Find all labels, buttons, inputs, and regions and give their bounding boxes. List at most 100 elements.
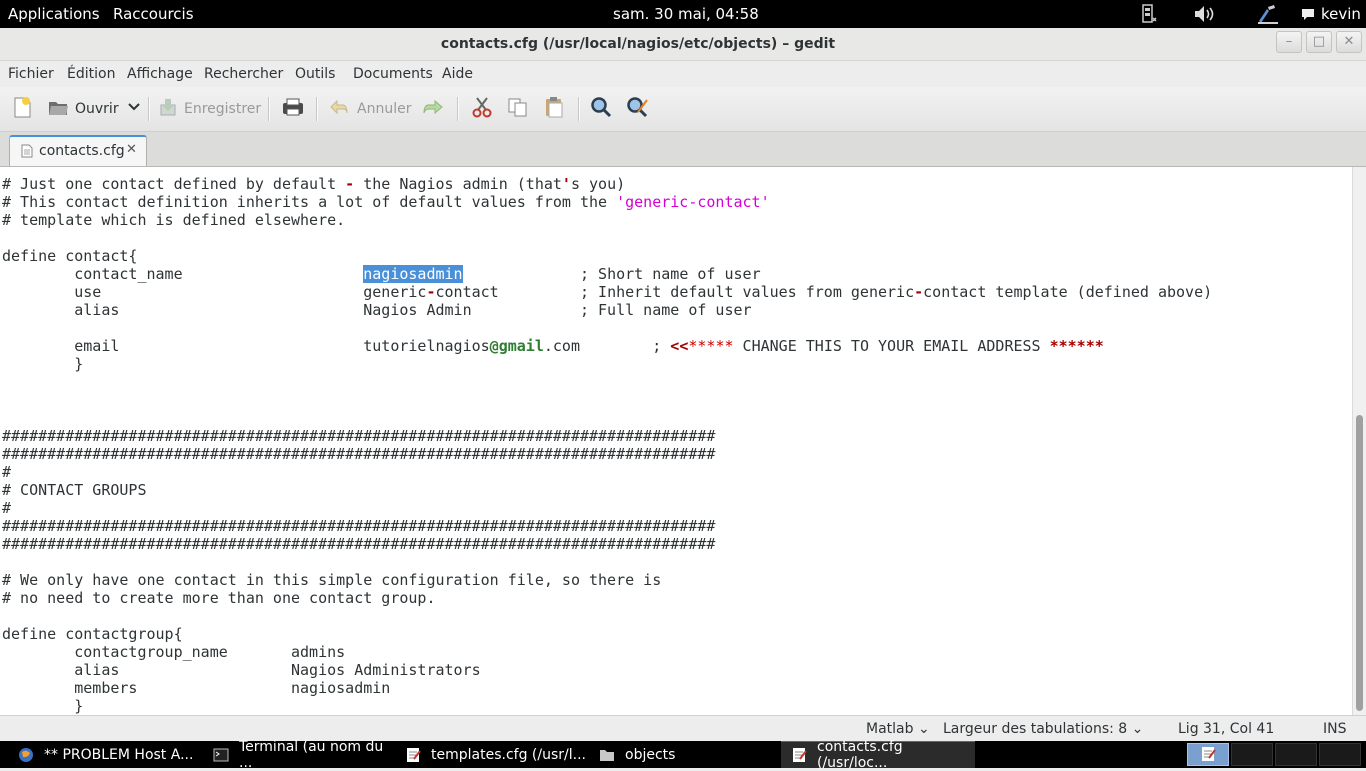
search-button[interactable] [590, 97, 612, 121]
workspace-1[interactable] [1187, 743, 1229, 766]
accessibility-icon[interactable] [1256, 3, 1280, 25]
search-replace-icon [626, 96, 650, 122]
menu-affichage[interactable]: Affichage [127, 61, 193, 87]
copy-icon [507, 96, 529, 122]
statusbar: Matlab ⌄ Largeur des tabulations: 8 ⌄ Li… [0, 715, 1366, 742]
task-terminal[interactable]: Terminal (au nom du ... [203, 739, 393, 771]
code-line: # template which is defined elsewhere. [2, 211, 346, 229]
window-title: contacts.cfg (/usr/local/nagios/etc/obje… [440, 36, 836, 52]
task-label: templates.cfg (/usr/l... [431, 746, 586, 763]
code-line: email tutorielnagios@gmail.com ; <<*****… [2, 337, 1104, 355]
text-editor-icon [405, 747, 421, 763]
print-button[interactable] [281, 97, 305, 121]
toolbar-separator [268, 97, 270, 121]
volume-icon[interactable] [1193, 4, 1217, 24]
selected-text: nagiosadmin [363, 265, 463, 283]
redo-button[interactable] [421, 97, 445, 121]
new-document-button[interactable] [11, 97, 33, 121]
save-label: Enregistrer [184, 101, 262, 117]
workspace-3[interactable] [1275, 743, 1317, 766]
tab-close-button[interactable]: ✕ [126, 142, 137, 157]
toolbar-separator [578, 97, 580, 121]
code-line: define contact{ [2, 247, 138, 265]
copy-button[interactable] [507, 97, 529, 121]
task-contacts-cfg[interactable]: contacts.cfg (/usr/loc... [781, 739, 975, 771]
recent-files-dropdown[interactable] [127, 97, 141, 121]
save-button[interactable]: Enregistrer [158, 97, 261, 121]
code-line: define contactgroup{ [2, 625, 183, 643]
workspace-2[interactable] [1231, 743, 1273, 766]
task-templates-cfg[interactable]: templates.cfg (/usr/l... [395, 741, 588, 768]
scrollbar-thumb[interactable] [1356, 415, 1363, 711]
printer-icon [281, 96, 305, 122]
code-line: ########################################… [2, 427, 716, 445]
menu-aide[interactable]: Aide [442, 61, 473, 87]
applications-menu[interactable]: Applications [8, 0, 100, 28]
taskbar: ** PROBLEM Host A... Terminal (au nom du… [0, 739, 1366, 771]
clock[interactable]: sam. 30 mai, 04:58 [613, 0, 759, 28]
task-objects-folder[interactable]: objects [589, 741, 779, 768]
code-line: # no need to create more than one contac… [2, 589, 436, 607]
chevron-down-icon [127, 100, 141, 118]
window-titlebar[interactable]: contacts.cfg (/usr/local/nagios/etc/obje… [0, 28, 1366, 61]
chat-icon[interactable] [1300, 7, 1316, 23]
text-file-icon [21, 144, 33, 162]
search-replace-button[interactable] [626, 97, 650, 121]
tab-label: contacts.cfg [39, 143, 125, 159]
task-label: ** PROBLEM Host A... [44, 746, 194, 763]
code-line: members nagiosadmin [2, 679, 391, 697]
network-icon[interactable] [1140, 4, 1158, 24]
minimize-button[interactable]: – [1276, 31, 1302, 53]
workspace-4[interactable] [1319, 743, 1361, 766]
code-line: # [2, 463, 12, 481]
code-line: use generic-contact ; Inherit default va… [2, 283, 1213, 301]
menu-rechercher[interactable]: Rechercher [204, 61, 283, 87]
insert-mode: INS [1323, 721, 1347, 737]
new-document-icon [11, 96, 33, 122]
code-line: alias Nagios Administrators [2, 661, 481, 679]
user-menu[interactable]: kevin [1321, 0, 1361, 28]
close-button[interactable]: ✕ [1336, 31, 1362, 53]
chevron-down-icon: ⌄ [917, 721, 930, 737]
shortcuts-menu[interactable]: Raccourcis [113, 0, 194, 28]
code-line: ########################################… [2, 535, 716, 553]
text-editor[interactable]: # Just one contact defined by default - … [0, 167, 1352, 715]
menu-fichier[interactable]: Fichier [8, 61, 54, 87]
undo-button[interactable]: Annuler [329, 97, 411, 121]
code-line: } [2, 697, 84, 715]
task-browser[interactable]: ** PROBLEM Host A... [8, 741, 200, 768]
code-line: alias Nagios Admin ; Full name of user [2, 301, 752, 319]
toolbar: Ouvrir Enregistrer Annuler [0, 87, 1366, 132]
code-line: contactgroup_name admins [2, 643, 346, 661]
cursor-position: Lig 31, Col 41 [1178, 721, 1275, 737]
menu-outils[interactable]: Outils [295, 61, 335, 87]
tab-contacts-cfg[interactable]: contacts.cfg ✕ [9, 135, 147, 166]
vertical-scrollbar[interactable] [1352, 167, 1366, 715]
cut-button[interactable] [471, 97, 493, 121]
paste-icon [543, 96, 565, 122]
menu-edition[interactable]: Édition [67, 61, 115, 87]
text-editor-icon [791, 747, 807, 763]
open-button[interactable]: Ouvrir [47, 97, 119, 121]
menu-documents[interactable]: Documents [353, 61, 433, 87]
maximize-button[interactable]: □ [1306, 31, 1332, 53]
toolbar-separator [316, 97, 318, 121]
code-line: # CONTACT GROUPS [2, 481, 147, 499]
paste-button[interactable] [543, 97, 565, 121]
code-text[interactable]: # Just one contact defined by default - … [2, 175, 1212, 715]
scissors-icon [471, 96, 493, 122]
search-icon [590, 96, 612, 122]
redo-icon [421, 97, 445, 121]
terminal-icon [213, 747, 229, 763]
undo-label: Annuler [357, 101, 412, 117]
code-line: # This contact definition inherits a lot… [2, 193, 770, 211]
code-line: ########################################… [2, 445, 716, 463]
chevron-down-icon: ⌄ [1131, 721, 1144, 737]
